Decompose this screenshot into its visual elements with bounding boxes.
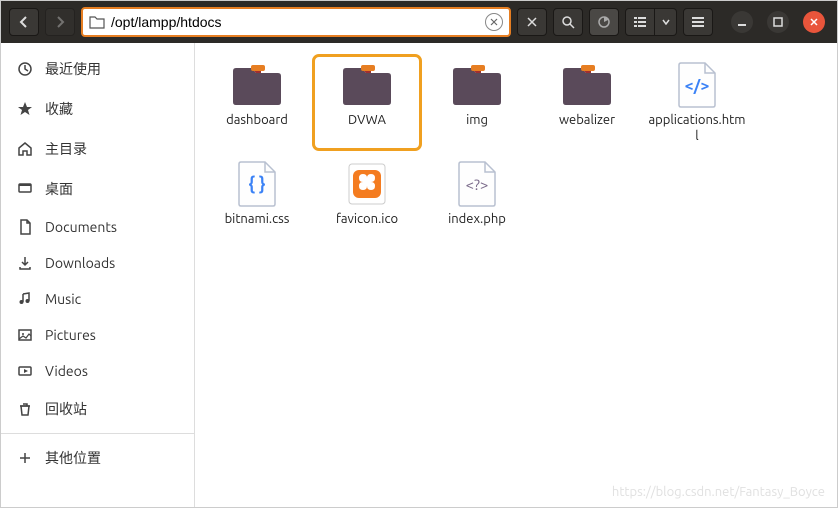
sidebar-item-music[interactable]: Music — [1, 281, 194, 317]
file-grid: dashboard DVWA img webalizer </> applications… — [195, 43, 837, 507]
item-label: img — [466, 113, 488, 129]
file-icon: <?> — [449, 160, 505, 208]
item-label: webalizer — [559, 113, 615, 129]
folder-icon — [89, 15, 105, 29]
sidebar-item-label: 最近使用 — [45, 59, 101, 79]
sidebar-item-label: Pictures — [45, 327, 96, 343]
path-bar[interactable] — [81, 7, 511, 37]
sidebar-item-download[interactable]: Downloads — [1, 245, 194, 281]
video-icon — [17, 363, 33, 379]
folder-item[interactable]: webalizer — [533, 55, 641, 150]
close-window-button[interactable] — [803, 11, 825, 33]
view-list-button[interactable] — [625, 8, 655, 36]
sidebar-item-desktop[interactable]: 桌面 — [1, 169, 194, 209]
folder-icon — [449, 61, 505, 109]
sidebar-item-label: 回收站 — [45, 399, 87, 419]
file-icon — [339, 160, 395, 208]
svg-text:<?>: <?> — [466, 176, 489, 193]
plus-icon — [17, 450, 33, 466]
file-item[interactable]: favicon.ico — [313, 154, 421, 234]
sidebar-item-label: Downloads — [45, 255, 115, 271]
folder-icon — [229, 61, 285, 109]
path-input[interactable] — [111, 14, 479, 30]
sidebar-item-picture[interactable]: Pictures — [1, 317, 194, 353]
item-label: favicon.ico — [336, 212, 398, 228]
sidebar-item-label: 收藏 — [45, 99, 73, 119]
clear-path-button[interactable] — [485, 13, 503, 31]
maximize-button[interactable] — [767, 11, 789, 33]
clock-icon — [17, 61, 33, 77]
star-icon — [17, 101, 33, 117]
sidebar-item-video[interactable]: Videos — [1, 353, 194, 389]
download-icon — [17, 255, 33, 271]
view-dropdown-button[interactable] — [655, 8, 677, 36]
sidebar-item-clock[interactable]: 最近使用 — [1, 49, 194, 89]
forward-button[interactable] — [45, 8, 75, 36]
file-item[interactable]: <?> index.php — [423, 154, 531, 234]
sidebar-item-trash[interactable]: 回收站 — [1, 389, 194, 429]
folder-item[interactable]: dashboard — [203, 55, 311, 150]
titlebar — [1, 1, 837, 43]
sidebar: 最近使用收藏主目录桌面 Documents Downloads Music Pictur… — [1, 43, 195, 507]
sidebar-item-label: Videos — [45, 363, 88, 379]
trash-icon — [17, 401, 33, 417]
disk-usage-button[interactable] — [589, 8, 619, 36]
sidebar-item-star[interactable]: 收藏 — [1, 89, 194, 129]
sidebar-item-label: 其他位置 — [45, 448, 101, 468]
folder-item[interactable]: DVWA — [313, 55, 421, 150]
item-label: dashboard — [226, 113, 288, 129]
watermark: https://blog.csdn.net/Fantasy_Boyce — [612, 485, 825, 499]
document-icon — [17, 219, 33, 235]
desktop-icon — [17, 181, 33, 197]
folder-icon — [339, 61, 395, 109]
sidebar-item-label: 主目录 — [45, 139, 87, 159]
sidebar-item-document[interactable]: Documents — [1, 209, 194, 245]
folder-item[interactable]: img — [423, 55, 531, 150]
svg-text:</>: </> — [685, 77, 710, 95]
item-label: index.php — [448, 212, 506, 228]
minimize-button[interactable] — [731, 11, 753, 33]
close-path-button[interactable] — [517, 8, 547, 36]
sidebar-item-label: Music — [45, 291, 81, 307]
back-button[interactable] — [9, 8, 39, 36]
sidebar-item-label: 桌面 — [45, 179, 73, 199]
item-label: DVWA — [348, 113, 386, 129]
sidebar-item-label: Documents — [45, 219, 117, 235]
music-icon — [17, 291, 33, 307]
sidebar-item-home[interactable]: 主目录 — [1, 129, 194, 169]
search-button[interactable] — [553, 8, 583, 36]
picture-icon — [17, 327, 33, 343]
folder-icon — [559, 61, 615, 109]
file-icon: { } — [229, 160, 285, 208]
item-label: applications.html — [647, 113, 747, 144]
item-label: bitnami.css — [225, 212, 290, 228]
svg-text:{ }: { } — [248, 174, 265, 194]
sidebar-item-other-locations[interactable]: 其他位置 — [1, 438, 194, 478]
file-item[interactable]: </> applications.html — [643, 55, 751, 150]
hamburger-menu-button[interactable] — [683, 8, 713, 36]
file-item[interactable]: { } bitnami.css — [203, 154, 311, 234]
home-icon — [17, 141, 33, 157]
file-icon: </> — [669, 61, 725, 109]
